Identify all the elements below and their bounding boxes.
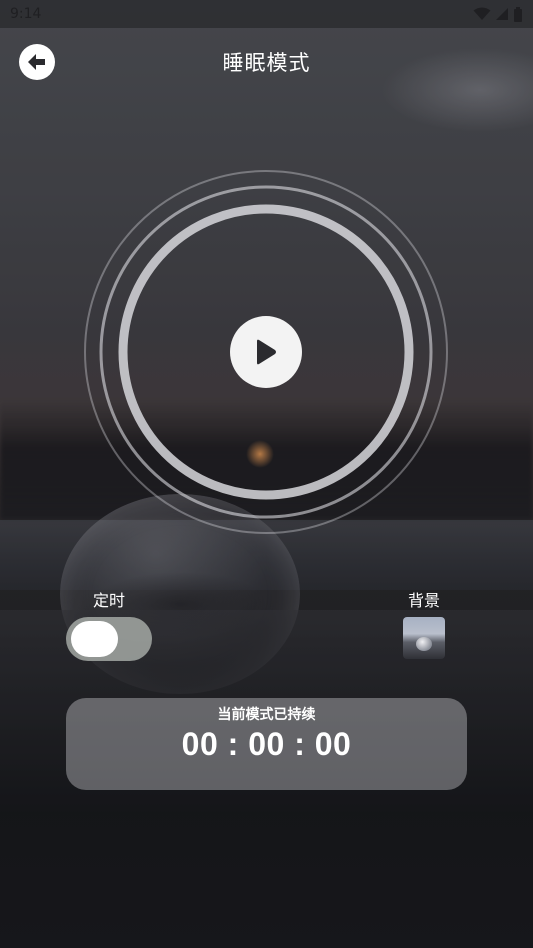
toggle-knob (71, 621, 118, 657)
play-rings (84, 170, 448, 534)
play-button[interactable] (230, 316, 302, 388)
duration-value: 00 : 00 : 00 (181, 726, 352, 762)
thumbnail-ball (416, 637, 432, 651)
timer-label: 定时 (92, 591, 125, 610)
duration-card: 当前模式已持续 00 : 00 : 00 (66, 698, 467, 790)
background-label: 背景 (407, 591, 440, 610)
play-icon (257, 339, 276, 365)
background-thumbnail[interactable] (403, 617, 445, 659)
duration-label: 当前模式已持续 (217, 707, 316, 723)
timer-toggle[interactable] (66, 617, 152, 661)
